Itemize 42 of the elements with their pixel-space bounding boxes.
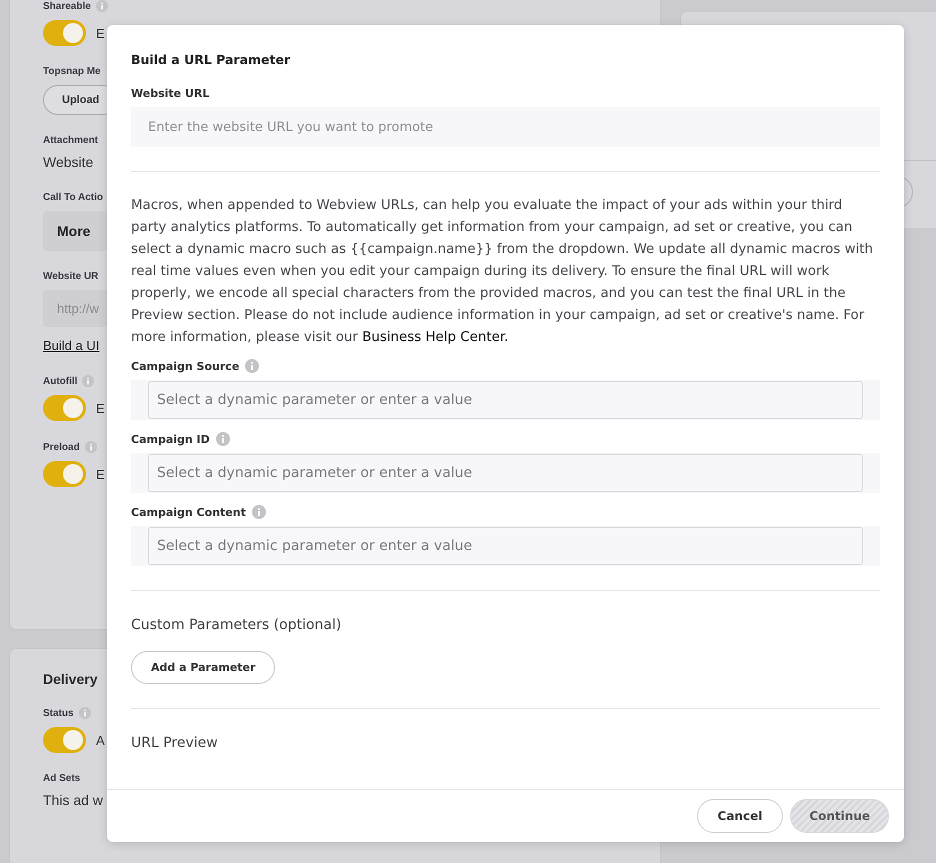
info-icon <box>252 505 266 519</box>
toggle-label: E <box>96 466 105 482</box>
help-link[interactable]: Business Help Center. <box>362 330 508 345</box>
cancel-button[interactable]: Cancel <box>696 799 784 833</box>
build-link[interactable]: Build a UI <box>43 338 100 353</box>
parameter-field[interactable]: Select a dynamic parameter or enter a value <box>131 453 880 493</box>
field-label: Campaign Source <box>131 360 240 372</box>
field-label: Campaign Content <box>131 506 246 518</box>
value-text: This ad w <box>43 792 103 808</box>
field-label: Autofill <box>43 376 78 386</box>
field-label: Shareable <box>43 0 91 12</box>
toggle-label: A <box>96 732 105 748</box>
toggle-switch[interactable] <box>43 461 86 487</box>
section-heading: Custom Parameters (optional) <box>131 617 342 633</box>
info-icon <box>216 432 230 446</box>
toggle-label: E <box>96 400 105 416</box>
section-heading: URL Preview <box>131 735 219 751</box>
add-parameter-button[interactable]: Add a Parameter <box>131 651 276 684</box>
parameter-field[interactable]: Select a dynamic parameter or enter a value <box>131 380 880 420</box>
parameter-field[interactable]: Select a dynamic parameter or enter a value <box>131 526 880 566</box>
toggle-switch[interactable] <box>43 20 86 46</box>
toggle-switch[interactable] <box>43 727 86 753</box>
dialog-title: Build a URL Parameter <box>131 52 292 67</box>
toggle-switch[interactable] <box>43 395 86 421</box>
info-icon <box>84 441 97 453</box>
field-label: Preload <box>43 442 80 452</box>
field-label: Website URL <box>131 87 210 100</box>
info-icon <box>78 707 91 719</box>
info-icon <box>82 375 94 387</box>
field-label: Campaign ID <box>131 432 210 446</box>
field-label: Ad Sets <box>43 773 80 784</box>
section-title: Delivery <box>43 671 98 687</box>
field-label: Attachment <box>43 135 98 146</box>
field-label: Topsnap Me <box>43 66 101 77</box>
info-icon <box>245 359 260 373</box>
value-text: Website <box>43 154 94 170</box>
field-label: Status <box>43 708 74 718</box>
toggle-label: E <box>96 26 105 40</box>
website-url-field[interactable]: Enter the website URL you want to promote <box>131 107 880 147</box>
field-label: Website UR <box>43 271 98 282</box>
info-icon <box>96 0 108 12</box>
field-label: Call To Actio <box>43 192 103 203</box>
